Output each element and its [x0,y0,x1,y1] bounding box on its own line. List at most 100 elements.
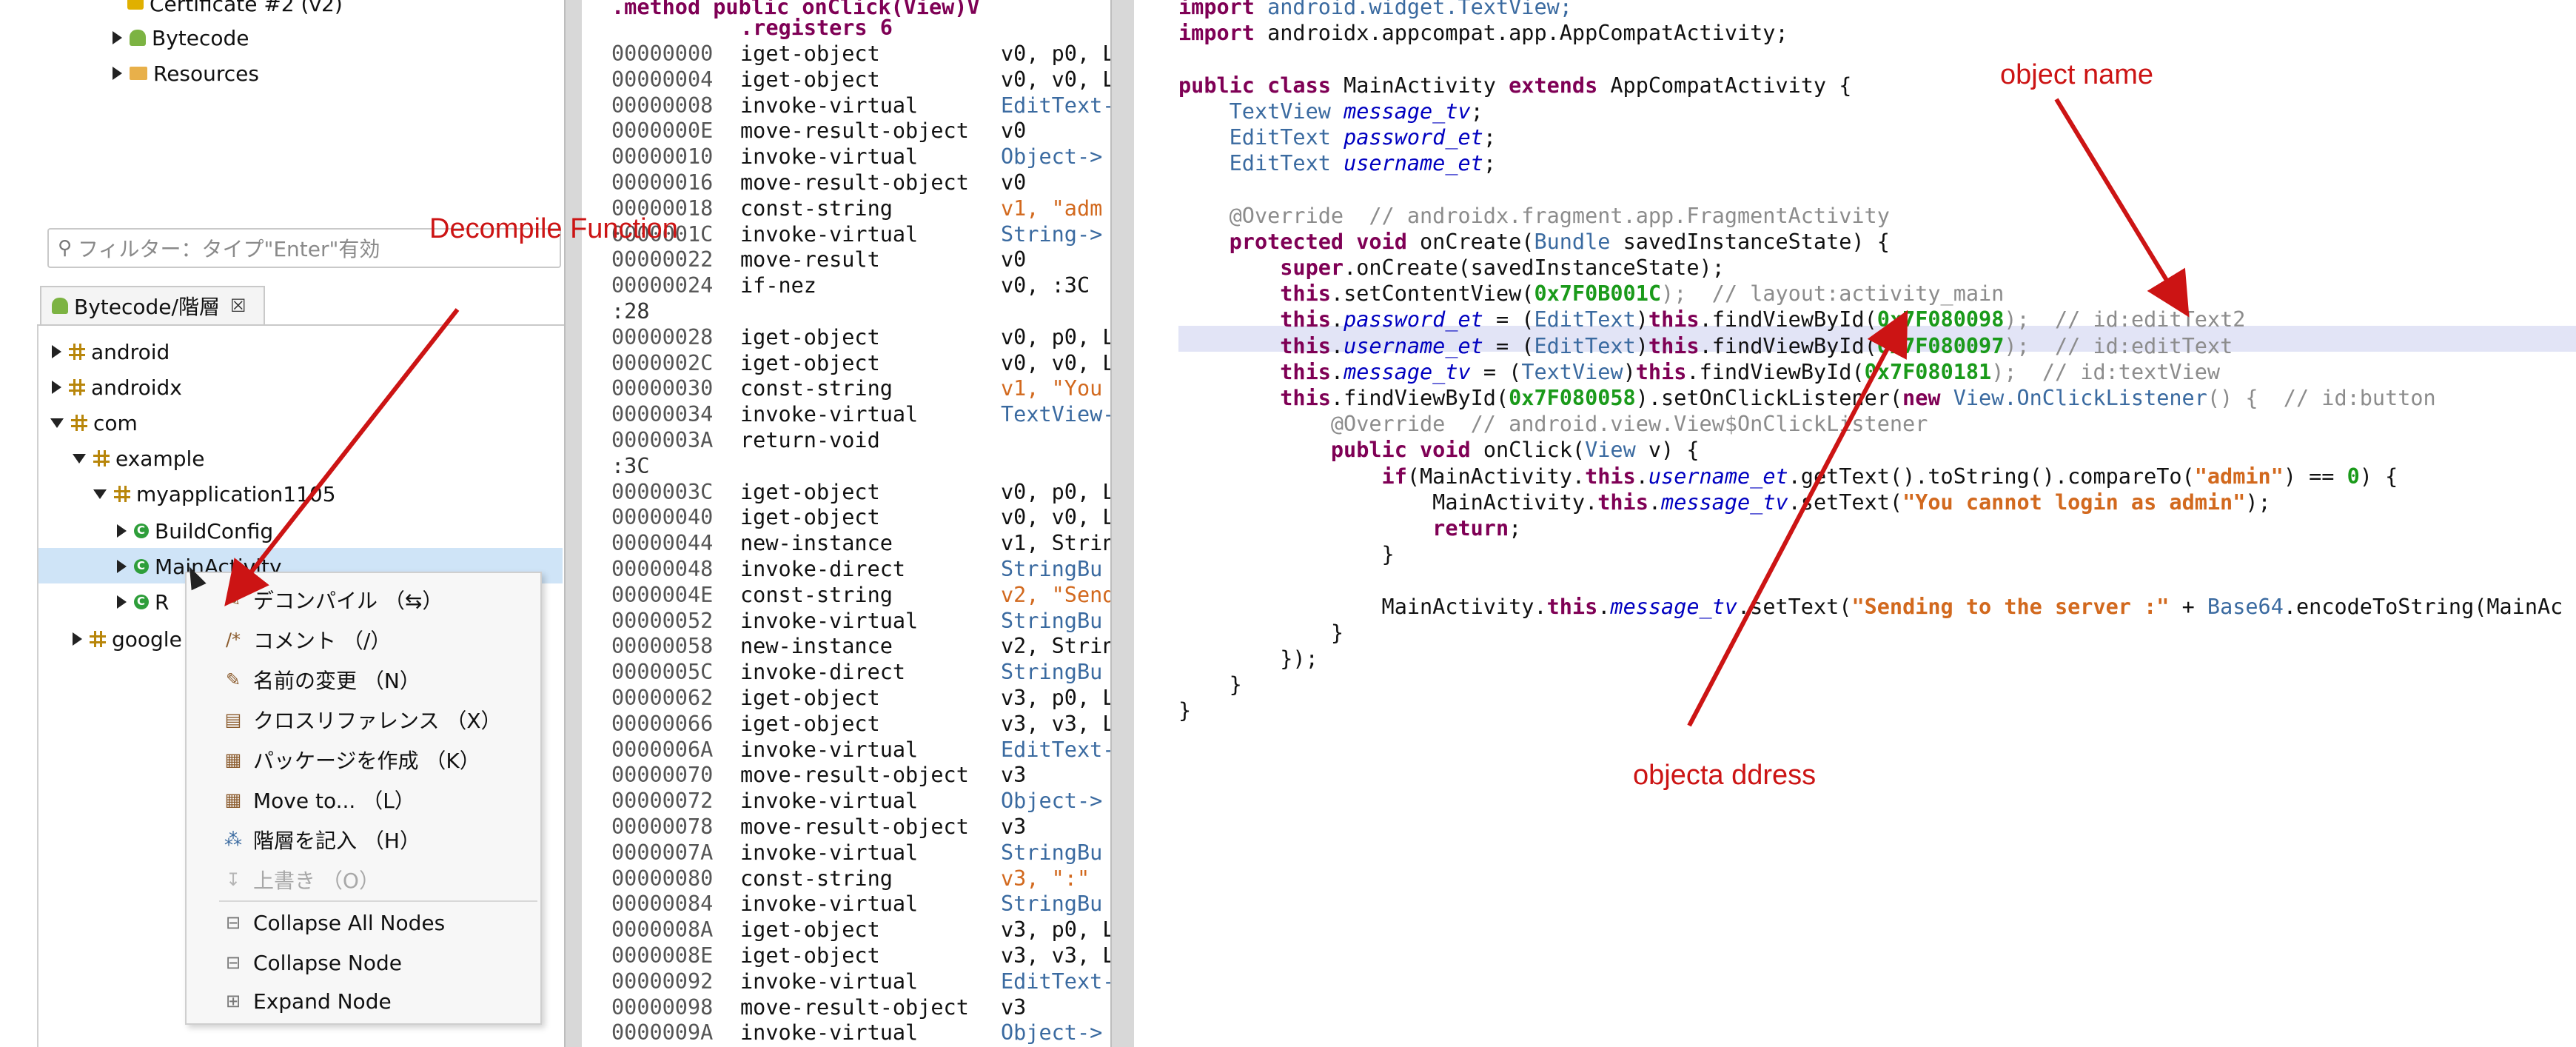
menu-item-override[interactable]: ↧ 上書き （O） [187,860,540,899]
code-line[interactable]: import android.widget.TextView; [1178,0,1572,20]
menu-item-move-to[interactable]: ▦ Move to... （L） [187,780,540,819]
bytecode-row[interactable]: 00000058 new-instance v2, Strin [582,633,1110,659]
bytecode-row[interactable]: 00000084 invoke-virtual StringBu [582,891,1110,917]
code-line[interactable]: if (MainActivity. this. username_et .getText… [1178,464,2398,489]
menu-item-decompile[interactable]: ✎ デコンパイル （⇆） [187,581,540,619]
bytecode-row[interactable]: 00000092 invoke-virtual EditText- [582,969,1110,994]
bytecode-row[interactable]: 0000007A invoke-virtual StringBu [582,840,1110,866]
panel-splitter[interactable] [564,0,583,1047]
code-line[interactable]: } [1178,620,1344,646]
tree-item-buildconfig[interactable]: BuildConfig [117,514,273,548]
code-line[interactable]: } [1178,541,1395,567]
bytecode-row[interactable]: 00000066 iget-object v3, v3, L [582,711,1110,737]
bytecode-row[interactable]: 00000024 if-nez v0, :3C [582,272,1110,298]
tree-item-myapplication[interactable]: myapplication1105 [93,477,336,511]
code-line[interactable]: this. message_tv = (TextView) this .findVie… [1178,359,2220,385]
bytecode-row[interactable]: 00000030 const-string v1, "You [582,375,1110,401]
code-line[interactable]: EditText username_et; [1178,150,1496,176]
bytecode-row[interactable]: 0000009A invoke-virtual Object-> [582,1020,1110,1046]
collapse-arrow-icon[interactable] [93,489,107,499]
bytecode-row[interactable]: 0000000E move-result-object v0 [582,118,1110,144]
code-line[interactable]: this .findViewById(0x7F080058).setOnClick… [1178,385,2435,411]
menu-item-collapse-node[interactable]: ⊟ Collapse Node [187,943,540,982]
code-line[interactable]: import androidx.appcompat.app.AppCompatA… [1178,20,1788,46]
bytecode-row[interactable]: 00000098 move-result-object v3 [582,994,1110,1020]
bytecode-row[interactable]: 0000008E iget-object v3, v3, L [582,943,1110,969]
menu-item-collapse-all[interactable]: ⊟ Collapse All Nodes [187,903,540,942]
panel-splitter[interactable] [1110,0,1136,1047]
code-line[interactable]: return; [1178,515,1521,541]
tree-item-bytecode[interactable]: Bytecode [113,21,249,55]
code-line[interactable]: @Override // androidx.fragment.app.Fragm… [1178,203,1890,229]
menu-item-comment[interactable]: /* コメント （/） [187,620,540,659]
bytecode-row[interactable]: 00000040 iget-object v0, v0, L [582,504,1110,530]
code-line[interactable]: EditText password_et; [1178,124,1496,150]
collapse-arrow-icon[interactable] [73,453,86,464]
code-line[interactable]: protected void onCreate(Bundle savedInst… [1178,229,1890,255]
code-line[interactable]: } [1178,698,1191,723]
bytecode-row[interactable]: 00000080 const-string v3, ":" [582,866,1110,892]
bytecode-row[interactable]: 00000062 iget-object v3, p0, L [582,685,1110,711]
expand-arrow-icon[interactable] [113,31,122,44]
bytecode-row[interactable]: 0000002C iget-object v0, v0, L [582,350,1110,376]
bytecode-row[interactable]: 00000000 iget-object v0, p0, L [582,41,1110,67]
bytecode-row[interactable]: 00000072 invoke-virtual Object-> [582,788,1110,814]
code-line[interactable]: super .onCreate(savedInstanceState); [1178,255,1725,281]
bytecode-row[interactable]: 0000003C iget-object v0, p0, L [582,479,1110,505]
bytecode-row[interactable]: 00000048 invoke-direct StringBu [582,556,1110,582]
tree-item-android[interactable]: android [52,335,170,369]
bytecode-row[interactable]: 00000016 move-result-object v0 [582,170,1110,195]
expand-arrow-icon[interactable] [117,524,127,538]
bytecode-row[interactable]: 00000004 iget-object v0, v0, L [582,67,1110,93]
tree-item-androidx[interactable]: androidx [52,370,182,404]
close-icon[interactable]: ☒ [230,295,246,316]
bytecode-row[interactable]: 00000052 invoke-virtual StringBu [582,608,1110,634]
expand-arrow-icon[interactable] [113,67,122,80]
tab-bytecode-hierarchy[interactable]: Bytecode/階層 ☒ [40,286,266,324]
code-line[interactable]: TextView message_tv; [1178,98,1483,124]
tree-item-com[interactable]: com [50,406,138,440]
bytecode-row[interactable]: 0000003A return-void [582,427,1110,453]
code-line[interactable]: @Override // android.view.View$OnClickLi… [1178,411,1928,437]
expand-arrow-icon[interactable] [73,632,82,646]
code-line[interactable]: this. password_et = (EditText) this .findVi… [1178,307,2245,332]
bytecode-row[interactable]: 00000034 invoke-virtual TextView- [582,401,1110,427]
code-line[interactable]: public class MainActivity extends AppCom… [1178,73,1851,98]
bytecode-panel[interactable]: .method public onClick(View)V .registers… [582,0,1110,1047]
tree-item-example[interactable]: example [73,441,205,475]
tree-item-resources[interactable]: Resources [113,56,259,90]
bytecode-row[interactable]: 0000006A invoke-virtual EditText- [582,737,1110,763]
menu-item-rename[interactable]: ✎ 名前の変更 （N） [187,660,540,699]
bytecode-row[interactable]: 00000070 move-result-object v3 [582,762,1110,788]
bytecode-row[interactable]: 00000078 move-result-object v3 [582,814,1110,840]
code-line[interactable]: MainActivity. this. message_tv .setText("Yo… [1178,489,2271,515]
code-line[interactable]: this .setContentView(0x7F0B001C); // layo… [1178,281,2004,307]
tree-item-certificate[interactable]: Certificate #2 (v2) [127,0,343,21]
bytecode-label-row[interactable]: :28 [582,298,1110,324]
code-line[interactable]: }); [1178,646,1318,672]
expand-arrow-icon[interactable] [52,381,61,394]
expand-arrow-icon[interactable] [117,560,127,573]
menu-item-xref[interactable]: ▤ クロスリファレンス （X） [187,700,540,739]
menu-item-expand-node[interactable]: ⊞ Expand Node [187,982,540,1020]
bytecode-row[interactable]: 00000044 new-instance v1, Strin [582,530,1110,556]
collapse-arrow-icon[interactable] [50,418,64,428]
menu-item-hierarchy[interactable]: ⁂ 階層を記入 （H） [187,820,540,859]
bytecode-row[interactable]: 00000010 invoke-virtual Object-> [582,144,1110,170]
code-line[interactable]: public void onClick(View v) { [1178,437,1700,463]
bytecode-row[interactable]: 00000022 move-result v0 [582,247,1110,272]
bytecode-label-row[interactable]: :3C [582,453,1110,479]
code-line[interactable]: } [1178,672,1242,698]
bytecode-row[interactable]: 00000028 iget-object v0, p0, L [582,324,1110,350]
bytecode-row[interactable]: 0000005C invoke-direct StringBu [582,659,1110,685]
menu-item-create-package[interactable]: ▦ パッケージを作成 （K） [187,740,540,779]
bytecode-row[interactable]: 00000008 invoke-virtual EditText- [582,93,1110,118]
tree-item-r[interactable]: R [117,585,169,619]
expand-arrow-icon[interactable] [52,345,61,358]
code-line[interactable]: MainActivity. this. message_tv .setText("Se… [1178,594,2563,620]
tree-item-google[interactable]: google [73,622,182,656]
expand-arrow-icon[interactable] [117,595,127,609]
bytecode-row[interactable]: 0000004E const-string v2, "Send [582,582,1110,608]
code-line[interactable]: this. username_et = (EditText) this .findVi… [1178,333,2233,359]
bytecode-row[interactable]: 0000008A iget-object v3, p0, L [582,917,1110,943]
